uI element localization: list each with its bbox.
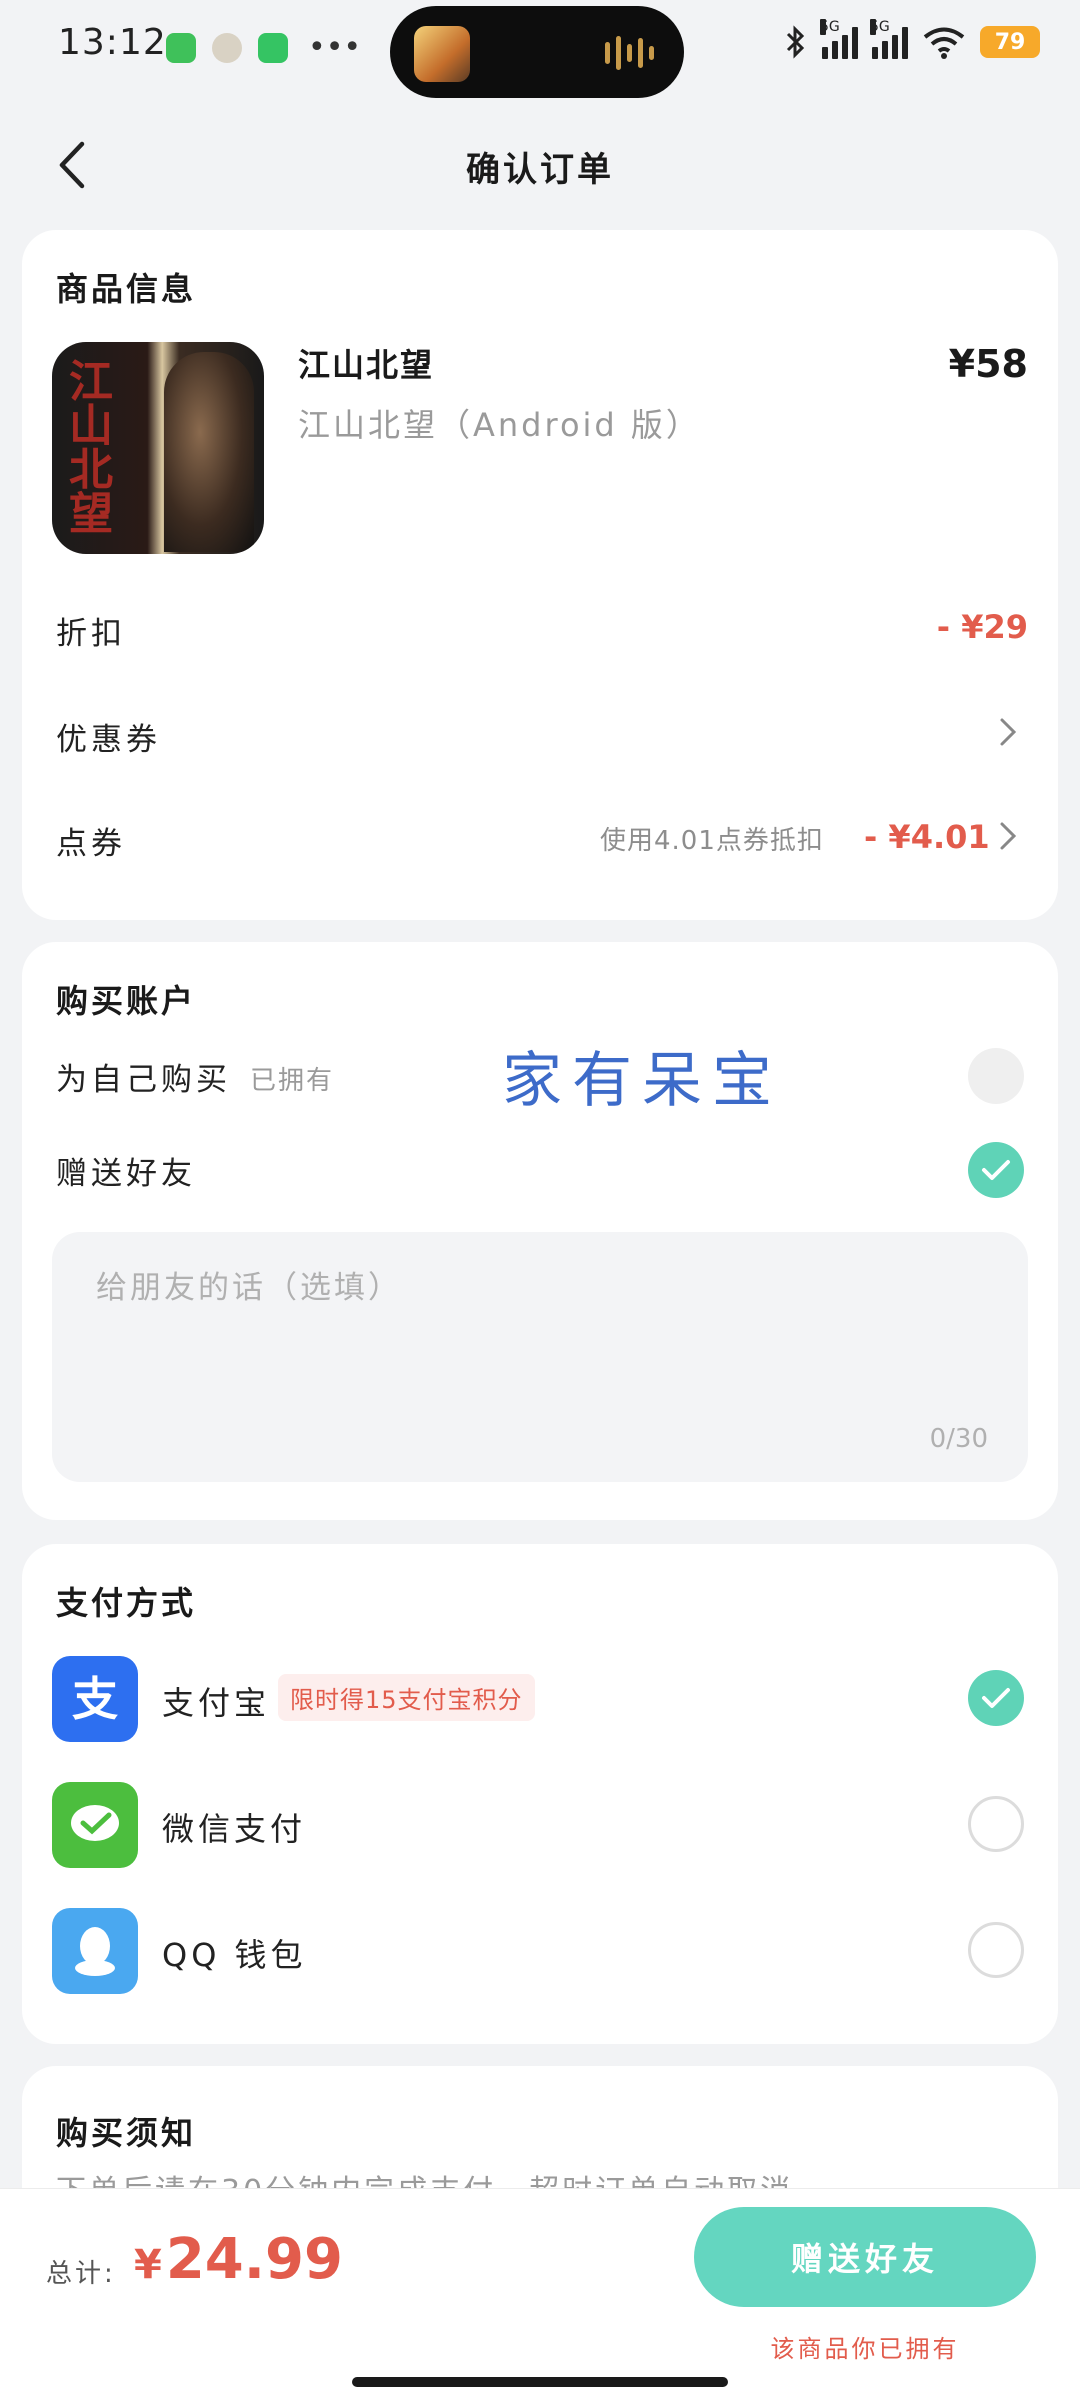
check-icon [982, 1160, 1010, 1180]
page-title: 确认订单 [466, 150, 614, 190]
owned-note: 该商品你已拥有 [770, 2335, 960, 2363]
coupon-label: 优惠券 [56, 722, 161, 758]
notice-section-title: 购买须知 [56, 2114, 197, 2152]
system-indicators: 5G 5G 79 [784, 19, 1040, 60]
alipay-icon: 支 [52, 1656, 138, 1742]
payment-method-card: 支付方式 支 支付宝 限时得15支付宝积分 微信支付 QQ 钱包 [22, 1544, 1058, 2044]
qq-wallet-label: QQ 钱包 [162, 1936, 307, 1974]
signal-icon-1: 5G [820, 19, 858, 59]
points-label: 点券 [56, 826, 126, 862]
game-cover-image[interactable]: 江山北望 [52, 342, 264, 554]
total-label: 总计: [46, 2259, 116, 2289]
message-char-count: 0/30 [929, 1424, 988, 1454]
battery-icon: 79 [980, 26, 1040, 58]
product-name: 江山北望 [298, 346, 435, 384]
cover-title-text: 江山北望 [61, 358, 112, 534]
wechat-radio[interactable] [968, 1796, 1024, 1852]
status-time: 13:12 [58, 22, 167, 63]
buy-for-self-label: 为自己购买 [56, 1062, 231, 1098]
purchase-account-card: 购买账户 家有呆宝 为自己购买 已拥有 赠送好友 给朋友的话（选填） 0/30 [22, 942, 1058, 1520]
download-notification-icon [258, 32, 288, 63]
product-section-title: 商品信息 [56, 270, 197, 308]
wechat-notification-icon [166, 32, 196, 63]
status-bar: 13:12 ••• 5G 5G 79 [0, 0, 1080, 98]
svg-text:支: 支 [72, 1672, 118, 1726]
dynamic-island[interactable] [390, 6, 684, 98]
cover-character [164, 352, 254, 552]
media-thumbnail [414, 26, 470, 82]
total-price: ¥24.99 [134, 2227, 343, 2292]
qq-wallet-icon [52, 1908, 138, 1994]
points-hint: 使用4.01点券抵扣 [600, 826, 824, 856]
gift-friend-button[interactable]: 赠送好友 [694, 2207, 1036, 2307]
currency-symbol: ¥ [134, 2242, 162, 2288]
more-notifications-icon: ••• [308, 30, 362, 65]
product-subtitle: 江山北望（Android 版） [298, 406, 701, 444]
product-price: ¥58 [948, 342, 1028, 386]
self-radio[interactable] [968, 1048, 1024, 1104]
alipay-promo-tag: 限时得15支付宝积分 [278, 1674, 535, 1721]
gift-radio-checked[interactable] [968, 1142, 1024, 1198]
friend-message-input[interactable]: 给朋友的话（选填） 0/30 [52, 1232, 1028, 1482]
check-icon [982, 1688, 1010, 1708]
discount-value: - ¥29 [936, 608, 1028, 646]
account-section-title: 购买账户 [56, 982, 197, 1020]
wifi-icon [923, 27, 965, 59]
total-amount: 24.99 [165, 2227, 343, 2292]
notification-icons: ••• [166, 30, 361, 65]
audio-wave-icon [605, 36, 654, 70]
owned-tag: 已拥有 [250, 1066, 335, 1096]
chevron-right-icon [1000, 822, 1017, 850]
wechat-pay-label: 微信支付 [162, 1810, 307, 1848]
gift-friend-label: 赠送好友 [56, 1156, 196, 1192]
discount-label: 折扣 [56, 616, 126, 652]
wechat-pay-icon [52, 1782, 138, 1868]
payment-section-title: 支付方式 [56, 1584, 197, 1622]
home-indicator[interactable] [352, 2377, 728, 2387]
signal-icon-2: 5G [870, 19, 908, 59]
points-value: - ¥4.01 [864, 818, 990, 856]
qq-radio[interactable] [968, 1922, 1024, 1978]
app-notification-icon [212, 32, 242, 63]
alipay-label: 支付宝 [162, 1684, 271, 1722]
watermark-text: 家有呆宝 [502, 1046, 782, 1116]
message-placeholder: 给朋友的话（选填） [96, 1270, 402, 1306]
chevron-right-icon [1000, 718, 1017, 746]
bluetooth-icon [786, 25, 805, 59]
checkout-bar: 总计: ¥24.99 赠送好友 该商品你已拥有 [0, 2188, 1080, 2400]
alipay-radio-checked[interactable] [968, 1670, 1024, 1726]
nav-bar: 确认订单 [0, 118, 1080, 208]
product-info-card: 商品信息 江山北望 江山北望 江山北望（Android 版） ¥58 折扣 - … [22, 230, 1058, 920]
